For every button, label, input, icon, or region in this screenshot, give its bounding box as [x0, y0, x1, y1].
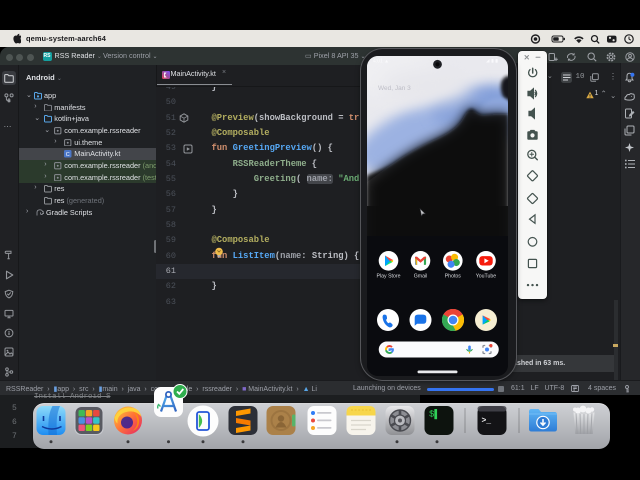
svg-text:Wed, Jan 3: Wed, Jan 3 [378, 85, 411, 92]
svg-text:4:01 ▲: 4:01 ▲ [373, 59, 389, 65]
svg-text:C: C [66, 152, 70, 158]
svg-text:$▌: $▌ [429, 409, 440, 420]
svg-text:>_: >_ [482, 417, 492, 426]
svg-text:YouTube: YouTube [476, 274, 496, 280]
svg-text:Play Store: Play Store [377, 274, 401, 280]
svg-text:Photos: Photos [445, 274, 462, 280]
svg-text:Gmail: Gmail [414, 274, 428, 280]
